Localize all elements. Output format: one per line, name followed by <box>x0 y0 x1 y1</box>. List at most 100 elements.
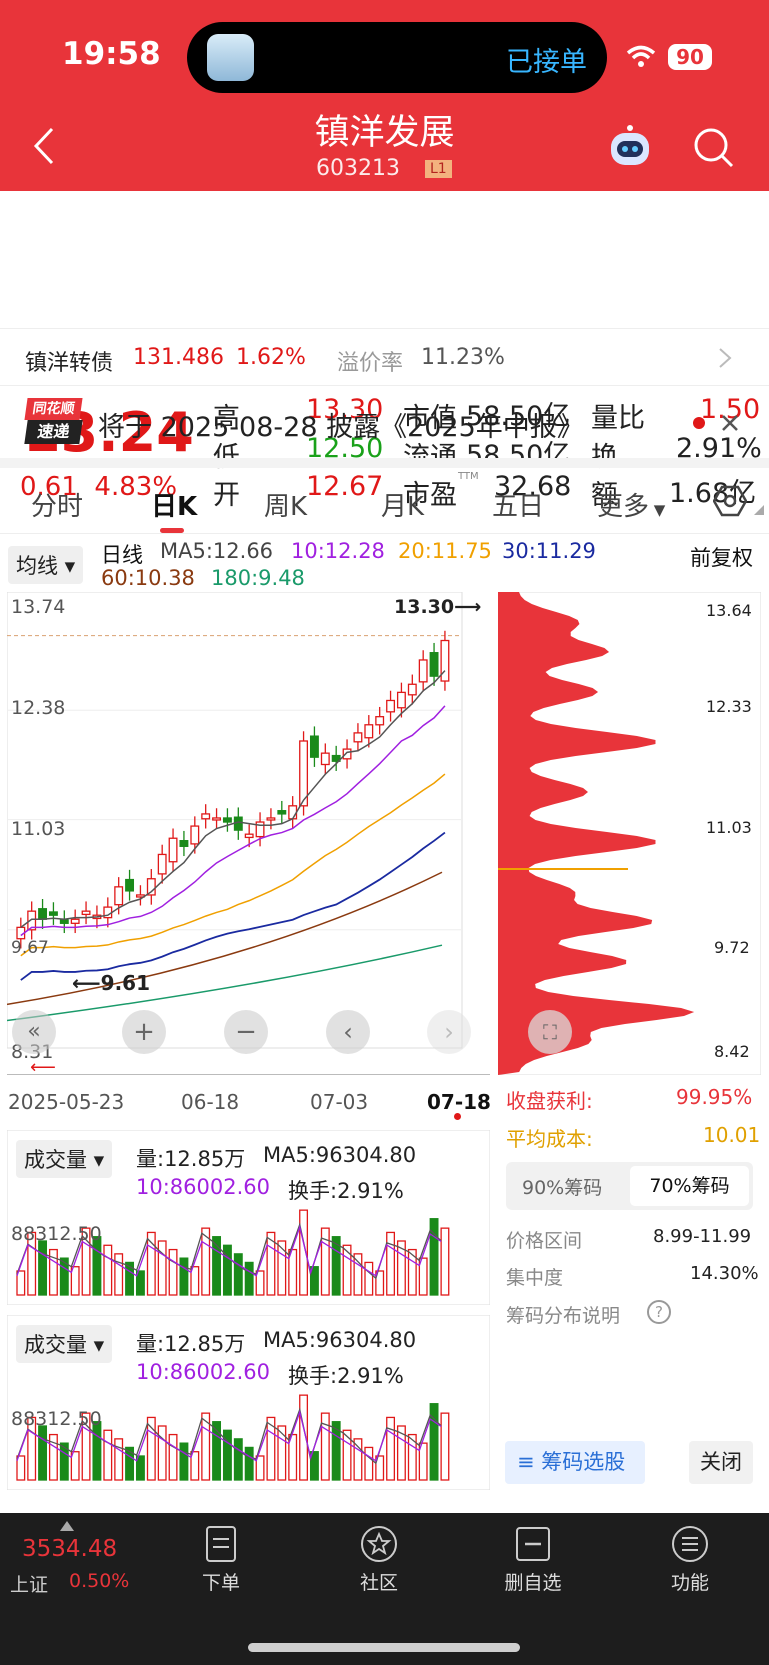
volume-bar <box>114 1438 124 1481</box>
tab-monthly[interactable]: 月K <box>381 486 424 523</box>
tab-five-day[interactable]: 五日 <box>492 486 544 523</box>
candle-body <box>277 810 287 815</box>
volume-bar <box>429 1403 439 1481</box>
index-value: 3534.48 <box>22 1536 118 1562</box>
candle-body <box>114 886 124 906</box>
index-up-arrow-icon <box>60 1521 74 1531</box>
ma10-value: 10:12.28 <box>291 539 385 563</box>
volume-bar <box>135 1455 145 1481</box>
date-axis <box>7 1074 490 1080</box>
fullscreen-icon[interactable]: ⛶ <box>528 1010 572 1054</box>
candle-body <box>190 825 200 845</box>
volume-bar <box>114 1253 124 1296</box>
y-label-4: 9.67 <box>11 938 49 958</box>
home-indicator <box>248 1643 520 1652</box>
nav-functions[interactable]: 功能 <box>655 1525 725 1595</box>
ma10-line <box>20 705 446 937</box>
current-date-dot <box>454 1113 461 1120</box>
profit-value: 99.95% <box>676 1085 753 1109</box>
candle-body <box>364 724 374 739</box>
wifi-icon <box>626 45 656 67</box>
chip-tab-90[interactable]: 90%筹码 <box>522 1173 602 1200</box>
ma-selector-button[interactable]: 均线 ▾ <box>8 546 84 584</box>
premium-value: 11.23% <box>421 345 505 370</box>
help-icon[interactable]: ? <box>647 1300 671 1324</box>
price-range-label: 价格区间 <box>506 1230 583 1252</box>
active-tab-indicator <box>160 528 184 533</box>
close-chip-button[interactable]: 关闭 <box>689 1441 753 1484</box>
volume-bar <box>38 1240 48 1296</box>
announcement-bar[interactable]: 同花顺 速递 将于 2025-08-28 披露《2025年中报》 <box>0 388 769 456</box>
tab-more[interactable]: 更多 ▼ <box>597 486 665 523</box>
chip-explain-link[interactable]: 筹码分布说明 <box>506 1301 620 1328</box>
chip-select-button[interactable]: ≡ 筹码选股 <box>505 1441 645 1484</box>
zoom-in-button[interactable]: + <box>122 1010 166 1054</box>
candle-body <box>48 911 58 916</box>
candle-body <box>266 817 276 821</box>
scroll-right-button[interactable]: › <box>427 1010 471 1054</box>
stock-code: 603213 <box>316 156 400 181</box>
tab-weekly[interactable]: 周K <box>264 486 307 523</box>
volume-bar <box>353 1438 363 1481</box>
ma5-line <box>20 670 446 928</box>
price-range-value: 8.99-11.99 <box>653 1226 752 1247</box>
candle-body <box>342 748 352 760</box>
volume-bar <box>168 1248 178 1296</box>
settings-hexagon-icon[interactable] <box>713 484 747 518</box>
avg-cost-value: 10.01 <box>703 1123 761 1147</box>
volume-bar <box>440 1227 450 1296</box>
candle-body <box>288 805 298 820</box>
y-label-3: 11.03 <box>11 818 66 840</box>
zoom-out-button[interactable]: − <box>224 1010 268 1054</box>
candle-body <box>418 659 428 683</box>
candle-body <box>70 918 80 924</box>
unread-dot <box>693 417 705 429</box>
chip-tab-70[interactable]: 70%筹码 <box>630 1166 749 1206</box>
volume-bar <box>342 1429 352 1481</box>
convertible-bond-row[interactable]: 镇洋转债 131.486 1.62% 溢价率 11.23% <box>0 330 769 386</box>
close-icon[interactable] <box>721 414 739 432</box>
status-time: 19:58 <box>62 36 161 72</box>
nav-order[interactable]: 下单 <box>186 1525 256 1595</box>
volume-bar <box>342 1244 352 1296</box>
volume-bar <box>364 1446 374 1481</box>
candle-body <box>353 732 363 743</box>
chip-tab-group: 90%筹码 70%筹码 <box>506 1162 753 1210</box>
y-label-2: 12.38 <box>11 697 66 719</box>
chip-label-4: 9.72 <box>714 938 750 957</box>
bottom-bar: 3534.48 上证 0.50% 下单 社区 删自选 功能 <box>0 1513 769 1665</box>
period-tabs: 分时 日K 周K 月K 五日 更多 ▼ <box>0 468 769 534</box>
candle-body <box>38 908 48 920</box>
quote-panel: 13.24 0.61 4.83% 高 13.30 低 12.50 开 12.67… <box>0 191 769 515</box>
nav-remove-watchlist[interactable]: 删自选 <box>498 1525 568 1595</box>
volume-chart-1 <box>7 1130 490 1305</box>
assistant-robot-icon[interactable] <box>605 124 655 174</box>
candle-body <box>386 699 396 713</box>
candle-body <box>81 910 91 916</box>
tab-daily[interactable]: 日K <box>151 486 197 523</box>
kline-chart[interactable] <box>7 592 490 1072</box>
volume-bar <box>92 1236 102 1296</box>
section-divider <box>0 458 769 468</box>
volume-bar <box>244 1261 254 1296</box>
volume-bar <box>364 1261 374 1296</box>
chip-label-1: 13.64 <box>706 601 752 620</box>
search-icon[interactable] <box>692 126 736 170</box>
chevron-right-icon <box>719 348 732 368</box>
tab-intraday[interactable]: 分时 <box>31 486 83 523</box>
candle-body <box>222 817 232 823</box>
volume-bar <box>386 1231 396 1296</box>
bond-price: 131.486 <box>133 345 224 370</box>
nav-community[interactable]: 社区 <box>344 1525 414 1595</box>
ma20-value: 20:11.75 <box>398 539 492 563</box>
candle-body <box>201 813 211 820</box>
period-label: 日线 <box>101 543 143 567</box>
adjust-mode[interactable]: 前复权 <box>690 542 753 572</box>
shrink-left-button[interactable]: « <box>12 1010 56 1054</box>
bond-name: 镇洋转债 <box>25 351 114 376</box>
volume-ylabel-2: 88312.50 <box>11 1408 102 1430</box>
scroll-left-button[interactable]: ‹ <box>326 1010 370 1054</box>
battery-indicator: 90 <box>668 44 712 70</box>
delivery-app-icon <box>207 34 254 81</box>
index-name: 上证 <box>10 1574 49 1596</box>
